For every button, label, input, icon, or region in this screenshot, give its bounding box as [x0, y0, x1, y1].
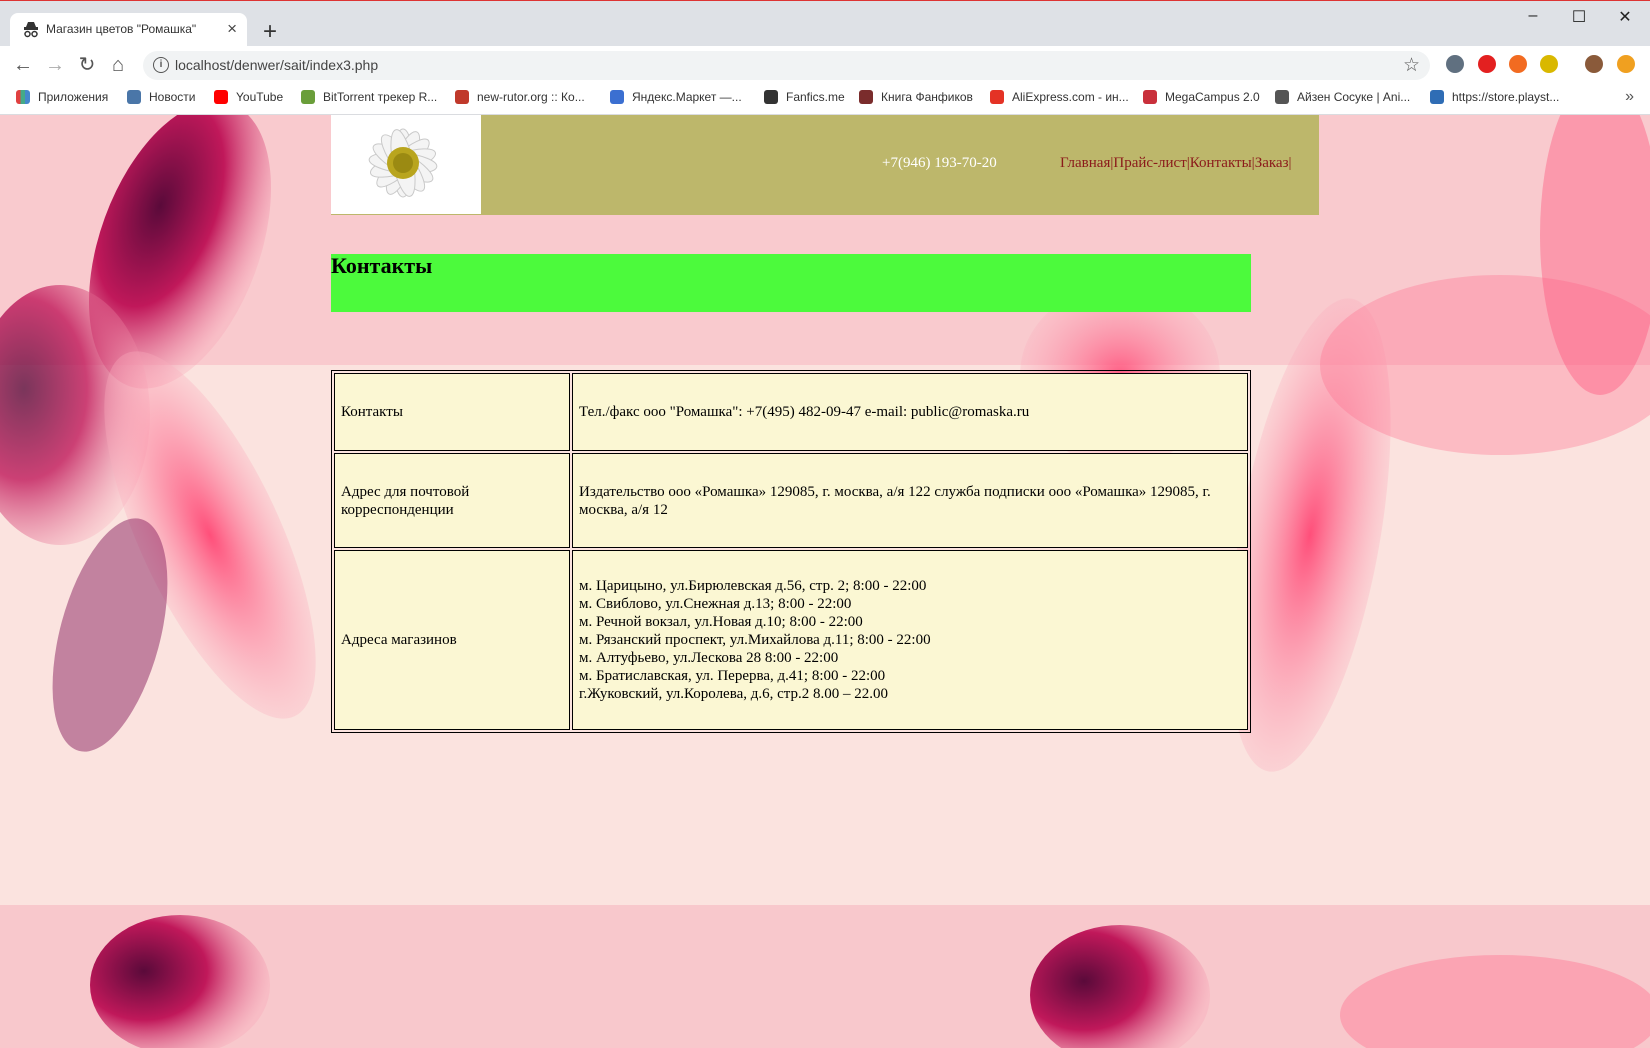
- value-line: м. Свиблово, ул.Снежная д.13; 8:00 - 22:…: [579, 596, 852, 612]
- row-label: Адрес для почтовой корреспонденции: [334, 453, 570, 548]
- browser-toolbar: ← → ↻ ⌂ i localhost/denwer/sait/index3.p…: [0, 46, 1650, 84]
- brave-icon[interactable]: [1509, 55, 1527, 73]
- row-value: Издательство ооо «Ромашка» 129085, г. мо…: [572, 453, 1248, 548]
- forward-icon[interactable]: →: [44, 54, 66, 76]
- reload-icon[interactable]: ↻: [76, 54, 98, 76]
- value-line: м. Братиславская, ул. Перерва, д.41; 8:0…: [579, 668, 886, 684]
- site-header: +7(946) 193-70-20 Главная|Прайс-лист|Кон…: [331, 115, 1319, 215]
- playstation-icon: [1430, 90, 1444, 104]
- new-tab-button[interactable]: +: [256, 19, 284, 47]
- apps-icon: [16, 90, 30, 104]
- bookmark-item[interactable]: Новости: [127, 90, 195, 104]
- daisy-icon: [331, 115, 481, 214]
- minimize-icon[interactable]: –: [1510, 7, 1556, 25]
- bookmark-apps[interactable]: Приложения: [16, 90, 108, 104]
- value-line: м. Алтуфьево, ул.Лескова 28 8:00 - 22:00: [579, 650, 839, 666]
- bookmarks-bar: Приложения Новости YouTube BitTorrent тр…: [0, 84, 1650, 115]
- table-row: Адреса магазинов м. Царицыно, ул.Бирюлев…: [334, 550, 1248, 730]
- row-value: Тел./факс ооо "Ромашка": +7(495) 482-09-…: [572, 373, 1248, 451]
- value-line: Тел./факс ооо "Ромашка": +7(495) 482-09-…: [579, 404, 1030, 420]
- main-menu: Главная|Прайс-лист|Контакты|Заказ|: [1060, 155, 1292, 172]
- page-viewport: +7(946) 193-70-20 Главная|Прайс-лист|Кон…: [0, 115, 1650, 1048]
- avatar[interactable]: [1585, 55, 1603, 73]
- extension-icon[interactable]: [1446, 55, 1464, 73]
- bookmark-item[interactable]: https://store.playst...: [1430, 90, 1559, 104]
- bookmark-item[interactable]: YouTube: [214, 90, 283, 104]
- bookmark-item[interactable]: Fanfics.me: [764, 90, 845, 104]
- feather-icon: [859, 90, 873, 104]
- menu-item-contacts[interactable]: Контакты|: [1190, 155, 1255, 171]
- bittorrent-icon: [301, 90, 315, 104]
- bookmark-item[interactable]: AliExpress.com - ин...: [990, 90, 1129, 104]
- value-line: м. Царицыно, ул.Бирюлевская д.56, стр. 2…: [579, 578, 927, 594]
- bookmark-item[interactable]: MegaCampus 2.0: [1143, 90, 1260, 104]
- row-value: м. Царицыно, ул.Бирюлевская д.56, стр. 2…: [572, 550, 1248, 730]
- maximize-icon[interactable]: ☐: [1556, 7, 1602, 27]
- browser-tab[interactable]: Магазин цветов "Ромашка" ×: [10, 13, 247, 47]
- table-row: Адрес для почтовой корреспонденции Издат…: [334, 453, 1248, 548]
- page-title: Контакты: [331, 253, 433, 278]
- close-window-icon[interactable]: ✕: [1602, 7, 1648, 27]
- value-line: Издательство ооо «Ромашка» 129085, г. мо…: [579, 483, 1211, 518]
- back-icon[interactable]: ←: [12, 54, 34, 76]
- close-tab-icon[interactable]: ×: [227, 19, 237, 39]
- menu-item-home[interactable]: Главная|: [1060, 155, 1113, 171]
- more-bookmarks-icon[interactable]: »: [1625, 88, 1634, 106]
- info-icon[interactable]: i: [153, 57, 169, 73]
- value-line: г.Жуковский, ул.Королева, д.6, стр.2 8.0…: [579, 686, 889, 702]
- row-label: Адреса магазинов: [334, 550, 570, 730]
- contacts-table: Контакты Тел./факс ооо "Ромашка": +7(495…: [331, 370, 1251, 733]
- incognito-icon: [24, 22, 38, 38]
- bookmark-item[interactable]: Книга Фанфиков: [859, 90, 973, 104]
- youtube-icon: [214, 90, 228, 104]
- megacampus-icon: [1143, 90, 1157, 104]
- adblock-icon[interactable]: [1478, 55, 1496, 73]
- tab-title: Магазин цветов "Ромашка": [46, 22, 197, 36]
- bookmark-item[interactable]: Яндекс.Маркет —...: [610, 90, 742, 104]
- extension-icon[interactable]: [1540, 55, 1558, 73]
- daisy-logo[interactable]: [331, 115, 481, 214]
- home-icon[interactable]: ⌂: [107, 54, 129, 76]
- tab-strip: Магазин цветов "Ромашка" × + – ☐ ✕: [0, 0, 1650, 47]
- vk-icon: [127, 90, 141, 104]
- address-bar[interactable]: i localhost/denwer/sait/index3.php ☆: [143, 51, 1430, 80]
- header-phone: +7(946) 193-70-20: [882, 155, 997, 171]
- bookmark-item[interactable]: BitTorrent трекер R...: [301, 90, 437, 104]
- row-label: Контакты: [334, 373, 570, 451]
- cart-icon: [610, 90, 624, 104]
- value-line: м. Речной вокзал, ул.Новая д.10; 8:00 - …: [579, 614, 863, 630]
- bookmark-item[interactable]: Айзен Сосуке | Ani...: [1275, 90, 1410, 104]
- rutor-icon: [455, 90, 469, 104]
- update-icon[interactable]: [1617, 55, 1635, 73]
- bookmark-item[interactable]: new-rutor.org :: Ко...: [455, 90, 585, 104]
- aliexpress-icon: [990, 90, 1004, 104]
- heart-icon: [1275, 90, 1289, 104]
- table-row: Контакты Тел./факс ооо "Ромашка": +7(495…: [334, 373, 1248, 451]
- value-line: м. Рязанский проспект, ул.Михайлова д.11…: [579, 632, 931, 648]
- page-heading-bar: Контакты: [331, 253, 1251, 312]
- menu-item-order[interactable]: Заказ|: [1255, 155, 1292, 171]
- fanfics-icon: [764, 90, 778, 104]
- bookmark-star-icon[interactable]: ☆: [1403, 54, 1420, 77]
- url-text[interactable]: localhost/denwer/sait/index3.php: [175, 57, 378, 73]
- menu-item-price-list[interactable]: Прайс-лист|: [1113, 155, 1189, 171]
